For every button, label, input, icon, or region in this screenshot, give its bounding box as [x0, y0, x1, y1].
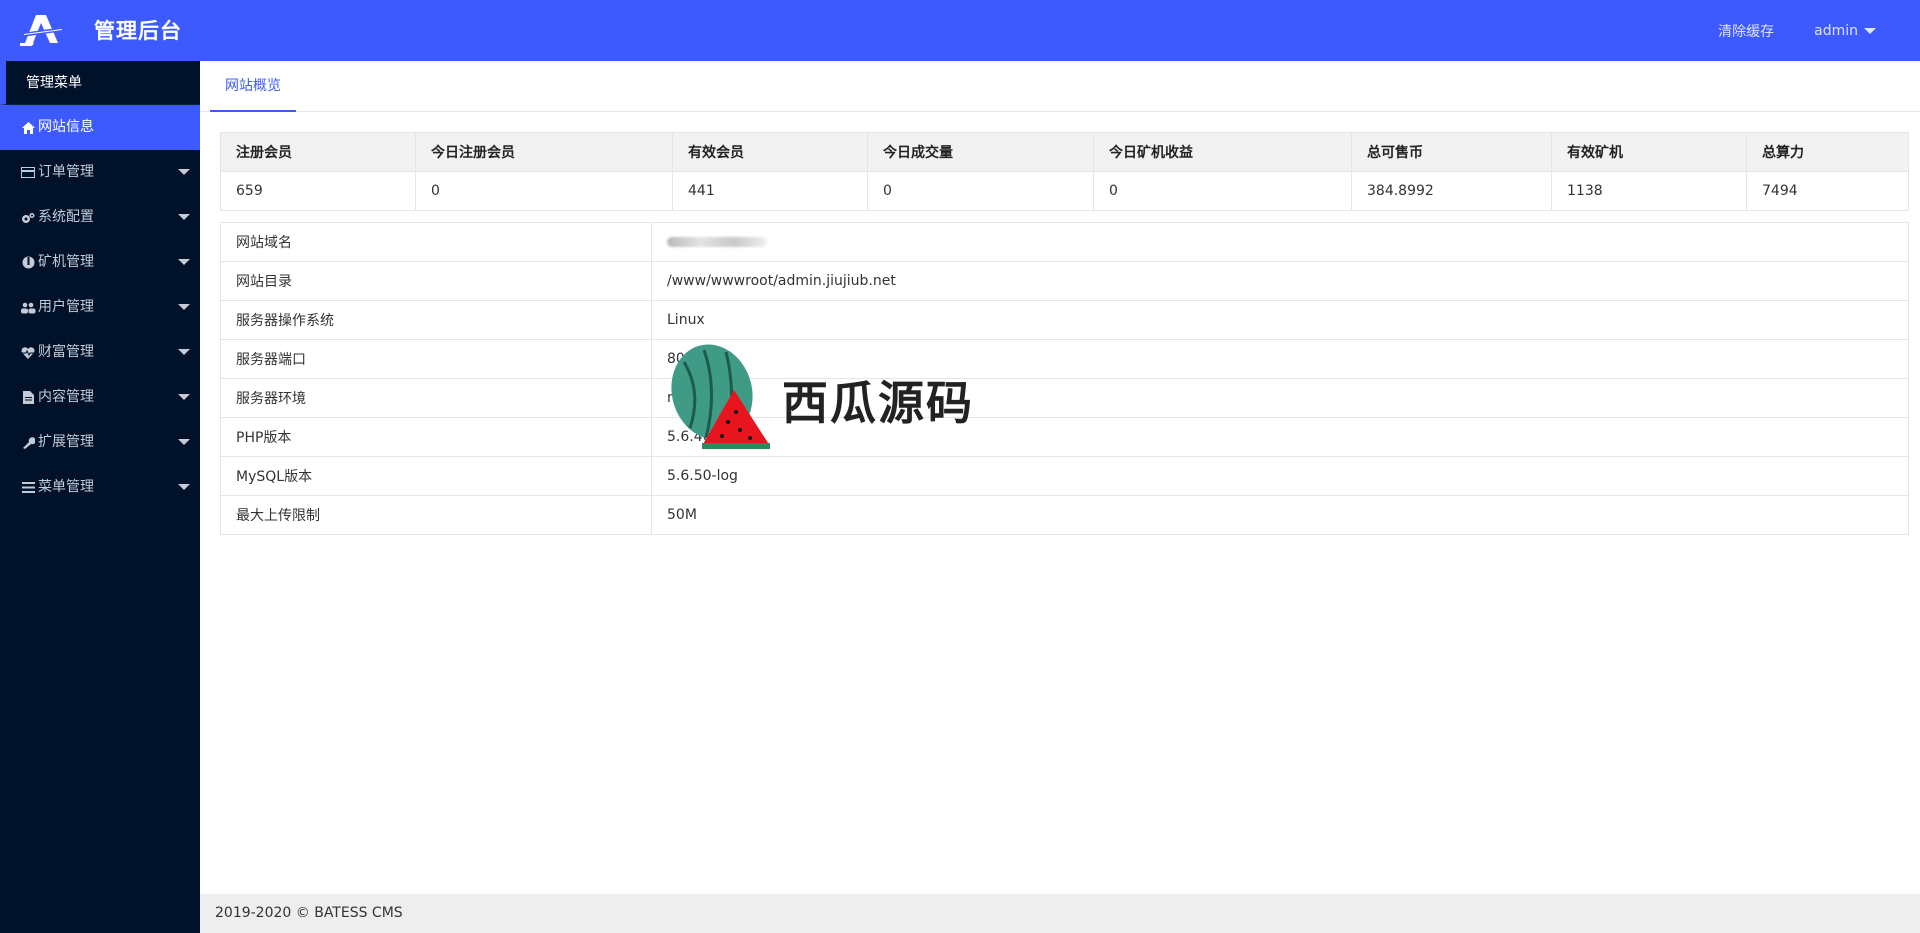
column-header: 今日注册会员 [415, 132, 673, 172]
table-row: 服务器操作系统 Linux [220, 300, 1909, 340]
sidebar-item-users[interactable]: 用户管理 [0, 285, 200, 330]
chevron-down-icon [178, 394, 190, 400]
home-icon [20, 121, 36, 135]
table-row: 网站目录 /www/wwwroot/admin.jiujiub.net [220, 261, 1909, 301]
column-header: 今日成交量 [867, 132, 1094, 172]
logo-a-icon [20, 13, 66, 47]
logo-text: 管理后台 [94, 19, 182, 43]
file-text-icon [20, 391, 36, 405]
chevron-down-icon [178, 484, 190, 490]
sidebar-item-label: 用户管理 [38, 299, 94, 315]
info-key: 最大上传限制 [220, 495, 652, 535]
stat-value: 0 [867, 171, 1094, 211]
server-info-table: 网站域名 网站目录 /www/wwwroot/admin.jiujiub.net… [220, 222, 1909, 535]
sidebar-title: 管理菜单 [0, 61, 200, 105]
wrench-icon [20, 436, 36, 450]
chevron-down-icon [178, 349, 190, 355]
heartbeat-icon [20, 346, 36, 360]
sidebar-item-orders[interactable]: 订单管理 [0, 150, 200, 195]
sidebar-item-label: 系统配置 [38, 209, 94, 225]
sidebar-item-label: 财富管理 [38, 344, 94, 360]
credit-card-icon [20, 166, 36, 180]
sidebar-item-menu[interactable]: 菜单管理 [0, 465, 200, 510]
sidebar-item-extensions[interactable]: 扩展管理 [0, 420, 200, 465]
sidebar-item-label: 菜单管理 [38, 479, 94, 495]
table-row: MySQL版本 5.6.50-log [220, 456, 1909, 496]
user-menu[interactable]: admin [1814, 23, 1876, 39]
main-content: 网站概览 注册会员 今日注册会员 有效会员 今日成交量 今日矿机收益 总可售币 … [200, 61, 1920, 933]
chevron-down-icon [178, 439, 190, 445]
bars-icon [20, 481, 36, 495]
column-header: 总算力 [1746, 132, 1909, 172]
blurred-domain [667, 237, 767, 247]
sidebar-item-site-info[interactable]: 网站信息 [0, 105, 200, 150]
stat-value: 7494 [1746, 171, 1909, 211]
logo[interactable]: 管理后台 [20, 12, 182, 48]
info-value: 5.6.50-log [651, 456, 1909, 496]
sidebar: 管理菜单 网站信息 订单管理 系统配置 矿机管理 用户管理 财富管理 内容管理 … [0, 61, 200, 933]
header-actions: 清除缓存 admin [1678, 0, 1876, 61]
info-value: /www/wwwroot/admin.jiujiub.net [651, 261, 1909, 301]
users-icon [20, 301, 36, 315]
sidebar-item-label: 内容管理 [38, 389, 94, 405]
stat-value: 659 [220, 171, 416, 211]
stat-value: 1138 [1551, 171, 1747, 211]
clear-cache-link[interactable]: 清除缓存 [1718, 21, 1774, 41]
sidebar-item-label: 矿机管理 [38, 254, 94, 270]
sidebar-item-label: 扩展管理 [38, 434, 94, 450]
column-header: 有效会员 [672, 132, 868, 172]
chevron-down-icon [178, 259, 190, 265]
info-value: Linux [651, 300, 1909, 340]
sidebar-item-label: 订单管理 [38, 164, 94, 180]
table-row: 659 0 441 0 0 384.8992 1138 7494 [220, 171, 1909, 211]
table-row: 网站域名 [220, 222, 1909, 262]
top-header: 管理后台 清除缓存 admin [0, 0, 1920, 61]
watermark-text: 西瓜源码 [782, 376, 974, 430]
table-row: 服务器端口 80 [220, 339, 1909, 379]
footer: 2019-2020 © BATESS CMS [200, 894, 1920, 933]
sidebar-item-label: 网站信息 [38, 119, 94, 135]
info-key: 服务器环境 [220, 378, 652, 418]
tab-bar: 网站概览 [200, 61, 1920, 112]
table-row: 服务器环境 n [220, 378, 1909, 418]
column-header: 今日矿机收益 [1093, 132, 1352, 172]
stat-value: 0 [1093, 171, 1352, 211]
table-header-row: 注册会员 今日注册会员 有效会员 今日成交量 今日矿机收益 总可售币 有效矿机 … [220, 132, 1909, 172]
user-name: admin [1814, 22, 1858, 39]
stats-table: 注册会员 今日注册会员 有效会员 今日成交量 今日矿机收益 总可售币 有效矿机 … [220, 132, 1909, 211]
info-key: MySQL版本 [220, 456, 652, 496]
info-key: 网站域名 [220, 222, 652, 262]
rebel-icon [20, 256, 36, 270]
stat-value: 441 [672, 171, 868, 211]
chevron-down-icon [1864, 27, 1876, 34]
stat-value: 0 [415, 171, 673, 211]
chevron-down-icon [178, 169, 190, 175]
chevron-down-icon [178, 214, 190, 220]
info-value [651, 222, 1909, 262]
table-row: PHP版本 5.6.40 [220, 417, 1909, 457]
sidebar-item-system-config[interactable]: 系统配置 [0, 195, 200, 240]
info-value: 50M [651, 495, 1909, 535]
column-header: 总可售币 [1351, 132, 1552, 172]
stat-value: 384.8992 [1351, 171, 1552, 211]
table-row: 最大上传限制 50M [220, 495, 1909, 535]
sidebar-item-wealth[interactable]: 财富管理 [0, 330, 200, 375]
info-key: 服务器操作系统 [220, 300, 652, 340]
sidebar-item-miners[interactable]: 矿机管理 [0, 240, 200, 285]
watermelon-icon [662, 342, 774, 458]
info-key: PHP版本 [220, 417, 652, 457]
info-key: 网站目录 [220, 261, 652, 301]
sidebar-item-content[interactable]: 内容管理 [0, 375, 200, 420]
chevron-down-icon [178, 304, 190, 310]
gears-icon [20, 211, 36, 225]
info-key: 服务器端口 [220, 339, 652, 379]
column-header: 有效矿机 [1551, 132, 1747, 172]
watermark: 西瓜源码 [662, 342, 974, 458]
tab-site-overview[interactable]: 网站概览 [210, 61, 296, 112]
column-header: 注册会员 [220, 132, 416, 172]
